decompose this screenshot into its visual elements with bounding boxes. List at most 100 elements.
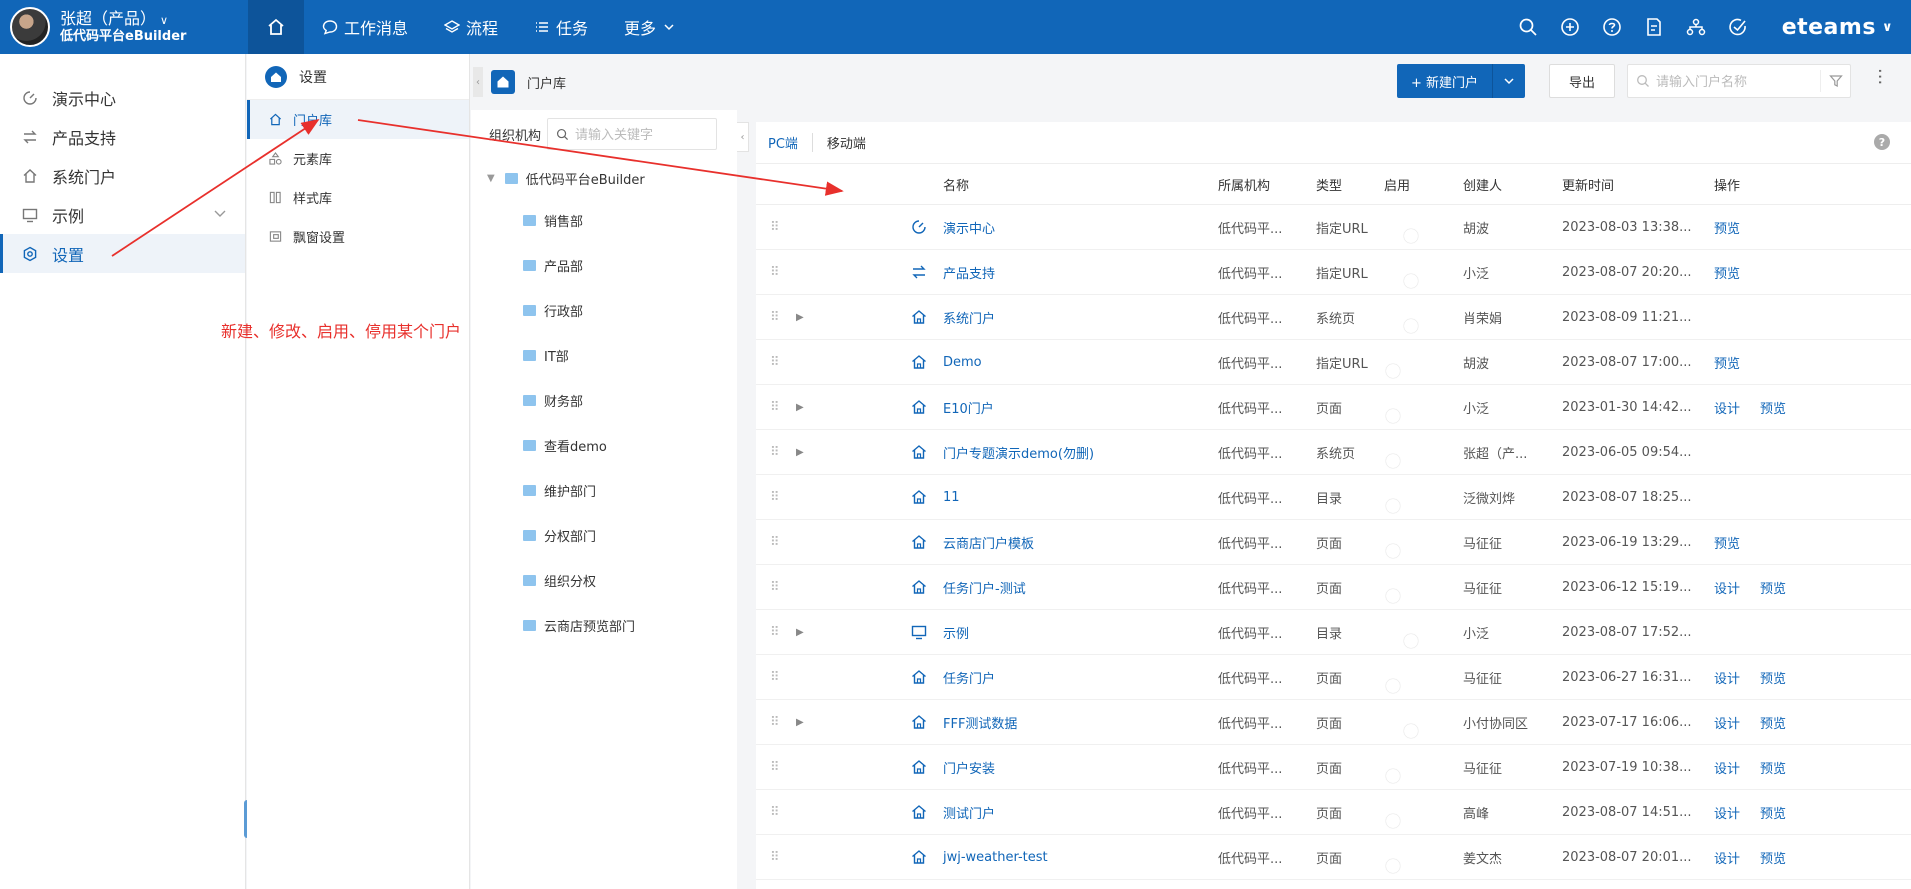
- drag-handle-icon[interactable]: ⠿: [756, 400, 796, 415]
- preview-link[interactable]: 预览: [1760, 668, 1786, 687]
- design-link[interactable]: 设计: [1714, 713, 1740, 732]
- drag-handle-icon[interactable]: ⠿: [756, 490, 796, 505]
- drag-handle-icon[interactable]: ⠿: [756, 445, 796, 460]
- export-button[interactable]: 导出: [1549, 64, 1615, 98]
- table-row[interactable]: ⠿ ▶ 示例 低代码平... 目录 小泛 2023-08-07 17:52...: [756, 610, 1911, 655]
- preview-link[interactable]: 预览: [1760, 758, 1786, 777]
- new-portal-button[interactable]: + 新建门户: [1397, 64, 1494, 98]
- nav-item-workflow[interactable]: 流程: [426, 0, 516, 54]
- approval-button[interactable]: [1718, 0, 1758, 54]
- expand-caret-icon[interactable]: ▶: [796, 402, 804, 413]
- design-link[interactable]: 设计: [1714, 758, 1740, 777]
- portal-name-link[interactable]: 任务门户-测试: [943, 578, 1218, 597]
- tab-mobile[interactable]: 移动端: [827, 133, 880, 152]
- portal-name-link[interactable]: 门户安装: [943, 758, 1218, 777]
- settings-item-element-library[interactable]: 元素库: [247, 139, 469, 178]
- tree-root-node[interactable]: ▼ 低代码平台eBuilder: [471, 158, 737, 198]
- portal-name-link[interactable]: 11: [943, 490, 1218, 505]
- sidebar-item-product-support[interactable]: 产品支持: [0, 117, 245, 156]
- tree-node[interactable]: 云商店预览部门: [471, 603, 737, 648]
- design-link[interactable]: 设计: [1714, 848, 1740, 867]
- drag-handle-icon[interactable]: ⠿: [756, 580, 796, 595]
- column-header-enabled[interactable]: 启用: [1384, 175, 1463, 194]
- preview-link[interactable]: 预览: [1714, 533, 1740, 552]
- expand-caret-icon[interactable]: ▶: [796, 717, 804, 728]
- caret-down-icon[interactable]: ▼: [487, 173, 495, 184]
- brand-menu[interactable]: eteams ∨: [1782, 15, 1893, 40]
- table-row[interactable]: ⠿ 门户安装 低代码平... 页面 马征征 2023-07-19 10:38... 设计 预览: [756, 745, 1911, 790]
- drag-handle-icon[interactable]: ⠿: [756, 625, 796, 640]
- drag-handle-icon[interactable]: ⠿: [756, 850, 796, 865]
- column-header-org[interactable]: 所属机构: [1218, 175, 1316, 194]
- table-row[interactable]: ⠿ 任务门户 低代码平... 页面 马征征 2023-06-27 16:31... 设计 预览: [756, 655, 1911, 700]
- portal-name-link[interactable]: Demo: [943, 355, 1218, 370]
- drag-handle-icon[interactable]: ⠿: [756, 805, 796, 820]
- portal-name-link[interactable]: jwj-weather-test: [943, 850, 1218, 865]
- design-link[interactable]: 设计: [1714, 578, 1740, 597]
- nav-item-messages[interactable]: 工作消息: [304, 0, 426, 54]
- expand-caret-icon[interactable]: ▶: [796, 627, 804, 638]
- preview-link[interactable]: 预览: [1760, 398, 1786, 417]
- drag-handle-icon[interactable]: ⠿: [756, 670, 796, 685]
- expand-caret-icon[interactable]: ▶: [796, 312, 804, 323]
- portal-name-link[interactable]: E10门户: [943, 398, 1218, 417]
- nav-home[interactable]: [248, 0, 304, 54]
- tree-node[interactable]: 销售部: [471, 198, 737, 243]
- drag-handle-icon[interactable]: ⠿: [756, 310, 796, 325]
- portal-name-link[interactable]: 云商店门户模板: [943, 533, 1218, 552]
- tree-node[interactable]: 维护部门: [471, 468, 737, 513]
- document-button[interactable]: [1634, 0, 1674, 54]
- design-link[interactable]: 设计: [1714, 398, 1740, 417]
- avatar[interactable]: [10, 7, 50, 47]
- design-link[interactable]: 设计: [1714, 668, 1740, 687]
- portal-name-link[interactable]: 测试门户: [943, 803, 1218, 822]
- table-row[interactable]: ⠿ ▶ FFF测试数据 低代码平... 页面 小付协同区 2023-07-17 16:06.…: [756, 700, 1911, 745]
- help-button[interactable]: [1592, 0, 1632, 54]
- table-row[interactable]: ⠿ ▶ E10门户 低代码平... 页面 小泛 2023-01-30 14:42... 设计 预…: [756, 385, 1911, 430]
- preview-link[interactable]: 预览: [1760, 578, 1786, 597]
- portal-search-input[interactable]: [1656, 73, 1820, 89]
- portal-name-link[interactable]: 演示中心: [943, 218, 1218, 237]
- column-header-type[interactable]: 类型: [1316, 175, 1384, 194]
- nav-item-more[interactable]: 更多: [606, 0, 700, 54]
- sidebar-item-system-portal[interactable]: 系统门户: [0, 156, 245, 195]
- nav-item-tasks[interactable]: 任务: [516, 0, 606, 54]
- tree-node[interactable]: 行政部: [471, 288, 737, 333]
- filter-button[interactable]: [1820, 70, 1850, 92]
- tree-node[interactable]: 分权部门: [471, 513, 737, 558]
- tree-node[interactable]: IT部: [471, 333, 737, 378]
- org-chart-button[interactable]: [1676, 0, 1716, 54]
- settings-item-portal-library[interactable]: 门户库: [247, 100, 469, 139]
- help-icon[interactable]: ?: [1874, 134, 1890, 150]
- table-row[interactable]: ⠿ 演示中心 低代码平... 指定URL 胡波 2023-08-03 13:38... 预览: [756, 205, 1911, 250]
- table-row[interactable]: ⠿ 11 低代码平... 目录 泛微刘烨 2023-08-07 18:25...: [756, 475, 1911, 520]
- sidebar-item-settings[interactable]: 设置: [0, 234, 245, 273]
- drag-handle-icon[interactable]: ⠿: [756, 265, 796, 280]
- expand-caret-icon[interactable]: ▶: [796, 447, 804, 458]
- add-button[interactable]: [1550, 0, 1590, 54]
- tree-node[interactable]: 产品部: [471, 243, 737, 288]
- preview-link[interactable]: 预览: [1760, 713, 1786, 732]
- table-row[interactable]: ⠿ jwj-weather-test 低代码平... 页面 姜文杰 2023-08-07 …: [756, 835, 1911, 880]
- portal-name-link[interactable]: 系统门户: [943, 308, 1218, 327]
- new-portal-dropdown[interactable]: [1493, 64, 1525, 98]
- drag-handle-icon[interactable]: ⠿: [756, 220, 796, 235]
- table-row[interactable]: ⠿ 测试门户 低代码平... 页面 高峰 2023-08-07 14:51... 设计 预览: [756, 790, 1911, 835]
- search-button[interactable]: [1508, 0, 1548, 54]
- drag-handle-icon[interactable]: ⠿: [756, 715, 796, 730]
- sidebar-item-examples[interactable]: 示例: [0, 195, 245, 234]
- portal-name-link[interactable]: FFF测试数据: [943, 713, 1218, 732]
- table-row[interactable]: ⠿ 产品支持 低代码平... 指定URL 小泛 2023-08-07 20:20... 预览: [756, 250, 1911, 295]
- column-header-name[interactable]: 名称: [943, 175, 1218, 194]
- tree-node[interactable]: 查看demo: [471, 423, 737, 468]
- table-row[interactable]: ⠿ 云商店门户模板 低代码平... 页面 马征征 2023-06-19 13:29... 预…: [756, 520, 1911, 565]
- portal-name-link[interactable]: 任务门户: [943, 668, 1218, 687]
- table-row[interactable]: ⠿ ▶ 系统门户 低代码平... 系统页 肖荣娟 2023-08-09 11:21...: [756, 295, 1911, 340]
- tree-node[interactable]: 组织分权: [471, 558, 737, 603]
- table-row[interactable]: ⠿ ▶ 门户专题演示demo(勿删) 低代码平... 系统页 张超（产... 2023-06…: [756, 430, 1911, 475]
- org-search-input[interactable]: [575, 126, 706, 142]
- column-header-creator[interactable]: 创建人: [1463, 175, 1562, 194]
- preview-link[interactable]: 预览: [1714, 263, 1740, 282]
- org-panel-collapse[interactable]: ‹: [737, 122, 749, 152]
- column-header-time[interactable]: 更新时间: [1562, 175, 1714, 194]
